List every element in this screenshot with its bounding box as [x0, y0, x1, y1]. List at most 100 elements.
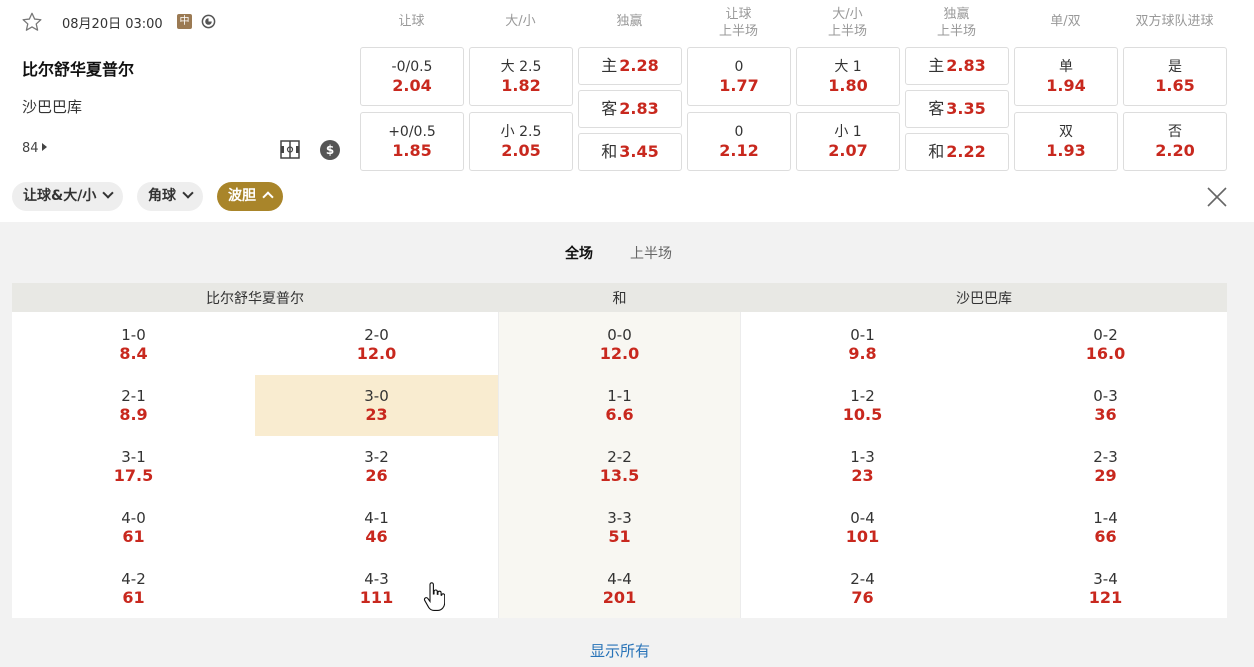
odds-value: 2.20 — [1155, 141, 1195, 160]
odds-line: 大 1 — [834, 59, 862, 75]
odds-value: 2.05 — [501, 141, 541, 160]
cs-odds: 46 — [365, 527, 388, 546]
cs-score: 4-2 — [121, 570, 146, 588]
odds-button-h1-away-win[interactable]: 客 3.35 — [905, 90, 1009, 128]
odds-button-under[interactable]: 小 2.5 2.05 — [469, 112, 573, 171]
odds-line: 否 — [1168, 124, 1182, 140]
odds-button-h1-under[interactable]: 小 1 2.07 — [796, 112, 900, 171]
col-header-handicap: 让球 — [360, 13, 463, 30]
cs-score: 1-3 — [850, 448, 875, 466]
col-header-label: 大/小 — [832, 7, 863, 22]
odds-button-home-win[interactable]: 主 2.28 — [578, 47, 682, 85]
cs-odds: 29 — [1094, 466, 1117, 485]
cs-score: 3-2 — [364, 448, 389, 466]
odds-line: 客 — [601, 99, 618, 118]
odds-value: 2.28 — [619, 56, 659, 75]
close-icon[interactable] — [1205, 185, 1229, 209]
show-all-link[interactable]: 显示所有 — [0, 640, 1240, 661]
page-scrollbar[interactable] — [1240, 222, 1254, 667]
cs-odds: 23 — [365, 405, 388, 424]
odds-button-h1-over[interactable]: 大 1 1.80 — [796, 47, 900, 106]
cs-cell[interactable]: 2-0 12.0 — [255, 314, 498, 375]
cs-cell[interactable]: 4-3 111 — [255, 558, 498, 619]
odds-button-odd[interactable]: 单 1.94 — [1014, 47, 1118, 106]
cs-odds: 51 — [608, 527, 631, 546]
cs-cell[interactable]: 1-0 8.4 — [12, 314, 255, 375]
cs-score: 4-0 — [121, 509, 146, 527]
cs-cell[interactable]: 2-4 76 — [741, 558, 984, 619]
odds-button-draw[interactable]: 和 3.45 — [578, 133, 682, 171]
odds-button-h1-home-win[interactable]: 主 2.83 — [905, 47, 1009, 85]
odds-button-h1-hdp-home[interactable]: 0 1.77 — [687, 47, 791, 106]
cs-cell[interactable]: 1-4 66 — [984, 497, 1227, 558]
home-team-name: 比尔舒华夏普尔 — [22, 60, 135, 79]
cs-score: 4-1 — [364, 509, 389, 527]
chip-label: 让球&大/小 — [23, 188, 97, 204]
chip-correct-score[interactable]: 波胆 — [217, 182, 283, 211]
cs-cell[interactable]: 0-3 36 — [984, 375, 1227, 436]
cs-cell[interactable]: 2-3 29 — [984, 436, 1227, 497]
cs-cell[interactable]: 4-0 61 — [12, 497, 255, 558]
cs-odds: 36 — [1094, 405, 1117, 424]
cs-header-draw: 和 — [498, 283, 741, 312]
more-markets-link[interactable]: 84 — [22, 141, 47, 156]
cs-score: 2-0 — [364, 326, 389, 344]
cs-odds: 9.8 — [848, 344, 877, 363]
cs-cell[interactable]: 0-4 101 — [741, 497, 984, 558]
favorite-star-icon[interactable] — [21, 11, 43, 33]
odds-button-h1-hdp-away[interactable]: 0 2.12 — [687, 112, 791, 171]
col-header-odd-even: 单/双 — [1014, 13, 1117, 30]
cs-cell[interactable]: 3-2 26 — [255, 436, 498, 497]
col-header-1x2: 独赢 — [578, 13, 681, 30]
chip-corners[interactable]: 角球 — [137, 182, 203, 211]
cs-cell[interactable]: 4-4 201 — [498, 558, 741, 619]
cs-odds: 17.5 — [113, 466, 154, 485]
odds-button-over[interactable]: 大 2.5 1.82 — [469, 47, 573, 106]
cs-cell[interactable]: 1-3 23 — [741, 436, 984, 497]
tab-first-half[interactable]: 上半场 — [630, 243, 672, 263]
cs-cell[interactable]: 2-1 8.9 — [12, 375, 255, 436]
odds-button-even[interactable]: 双 1.93 — [1014, 112, 1118, 171]
cs-cell[interactable]: 1-1 6.6 — [498, 375, 741, 436]
odds-value: 2.83 — [619, 99, 659, 118]
cs-cell-hovered[interactable]: 3-0 23 — [255, 375, 498, 436]
odds-value: 2.83 — [946, 56, 986, 75]
cs-header-home: 比尔舒华夏普尔 — [12, 283, 498, 312]
cs-cell[interactable]: 0-2 16.0 — [984, 314, 1227, 375]
cs-cell[interactable]: 0-0 12.0 — [498, 314, 741, 375]
pitch-icon[interactable] — [280, 140, 300, 159]
cs-cell[interactable]: 2-2 13.5 — [498, 436, 741, 497]
cs-cell[interactable]: 4-1 46 — [255, 497, 498, 558]
cs-score: 3-4 — [1093, 570, 1118, 588]
odds-line: +0/0.5 — [388, 124, 436, 140]
odds-button-btts-yes[interactable]: 是 1.65 — [1123, 47, 1227, 106]
odds-value: 2.22 — [946, 142, 986, 161]
odds-value: 1.94 — [1046, 76, 1086, 95]
cs-odds: 121 — [1088, 588, 1123, 607]
more-markets-count: 84 — [22, 141, 39, 156]
cs-score: 0-0 — [607, 326, 632, 344]
tab-full-time[interactable]: 全场 — [565, 243, 593, 263]
cs-cell[interactable]: 3-1 17.5 — [12, 436, 255, 497]
cs-odds: 12.0 — [599, 344, 640, 363]
col-header-label: 让球 — [725, 7, 752, 22]
cs-odds: 8.9 — [119, 405, 148, 424]
cashout-dollar-icon[interactable]: $ — [320, 140, 340, 160]
odds-button-hdp-home[interactable]: -0/0.5 2.04 — [360, 47, 464, 106]
cs-cell[interactable]: 3-3 51 — [498, 497, 741, 558]
cs-odds: 61 — [122, 527, 145, 546]
odds-button-h1-draw[interactable]: 和 2.22 — [905, 133, 1009, 171]
chip-handicap-over-under[interactable]: 让球&大/小 — [12, 182, 124, 211]
cs-cell[interactable]: 0-1 9.8 — [741, 314, 984, 375]
chip-label: 角球 — [148, 188, 176, 204]
cs-cell[interactable]: 4-2 61 — [12, 558, 255, 619]
odds-button-away-win[interactable]: 客 2.83 — [578, 90, 682, 128]
odds-button-hdp-away[interactable]: +0/0.5 1.85 — [360, 112, 464, 171]
cs-cell[interactable]: 3-4 121 — [984, 558, 1227, 619]
cs-score: 0-3 — [1093, 387, 1118, 405]
chevron-up-icon — [262, 191, 274, 203]
odds-button-btts-no[interactable]: 否 2.20 — [1123, 112, 1227, 171]
col-header-label: 双方球队进球 — [1135, 14, 1214, 29]
cs-cell[interactable]: 1-2 10.5 — [741, 375, 984, 436]
cs-odds: 16.0 — [1085, 344, 1126, 363]
